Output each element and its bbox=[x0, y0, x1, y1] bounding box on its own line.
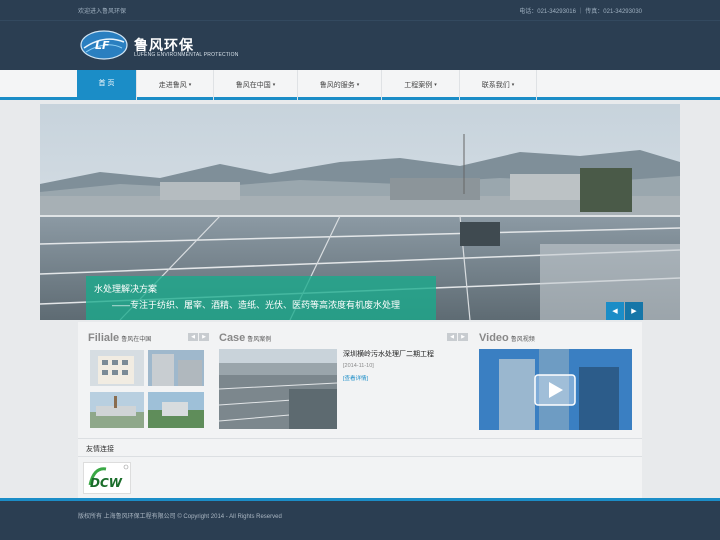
nav-home-label: 首 页 bbox=[98, 80, 115, 87]
filiale-prev-button[interactable]: ◀ bbox=[188, 333, 198, 341]
filiale-next-button[interactable]: ▶ bbox=[199, 333, 209, 341]
nav-about[interactable]: 走进鲁风 ▾ bbox=[137, 70, 214, 100]
play-icon bbox=[534, 374, 576, 406]
video-title: Video bbox=[479, 332, 509, 344]
filiale-heading: Filiale 鲁风在中国 bbox=[88, 332, 151, 344]
chevron-right-icon: ▶ bbox=[631, 308, 637, 315]
video-heading: Video 鲁风视频 bbox=[479, 332, 535, 344]
nav-cases-label: 工程案例 bbox=[404, 82, 433, 89]
nav-contact[interactable]: 联系我们 ▾ bbox=[460, 70, 537, 100]
main-nav: 首 页 走进鲁风 ▾ 鲁风在中国 ▾ 鲁风的服务 ▾ 工程案例 ▾ 联系我们 ▾ bbox=[0, 70, 720, 100]
case-photo[interactable] bbox=[219, 349, 337, 429]
case-subtitle: 鲁风案例 bbox=[247, 337, 272, 343]
video-player[interactable] bbox=[479, 349, 632, 430]
friend-links-divider bbox=[78, 456, 642, 457]
nav-services-label: 鲁风的服务 bbox=[319, 82, 355, 89]
banner-caption-title: 水处理解决方案 bbox=[94, 284, 158, 294]
welcome-text: 欢迎进入鲁风环保 bbox=[78, 9, 127, 15]
nav-home[interactable]: 首 页 bbox=[77, 70, 137, 100]
banner-caption-subtitle: ——专注于纺织、屠宰、酒精、造纸、光伏、医药等高浓度有机废水处理 bbox=[112, 300, 401, 310]
company-logo-icon[interactable]: LF bbox=[80, 30, 128, 60]
logo-letters: LF bbox=[95, 39, 110, 52]
nav-china-label: 鲁风在中国 bbox=[235, 82, 271, 89]
case-item-date: [2014-11-10] bbox=[343, 363, 374, 369]
case-next-button[interactable]: ▶ bbox=[458, 333, 468, 341]
top-bar: 欢迎进入鲁风环保 电话：021-34293016 ｜ 传真：021-342930… bbox=[0, 0, 720, 20]
nav-china[interactable]: 鲁风在中国 ▾ bbox=[214, 70, 298, 100]
dcw-logo-text: DCW bbox=[90, 476, 123, 490]
filiale-subtitle: 鲁风在中国 bbox=[121, 337, 152, 343]
content-area: Filiale 鲁风在中国 ◀ ▶ Case 鲁风案例 ◀ ▶ 深圳横岭污水处理厂二… bbox=[78, 322, 642, 498]
chevron-down-icon: ▾ bbox=[511, 82, 515, 88]
site-header: LF 鲁风环保 LUFENG ENVIRONMENTAL PROTECTION bbox=[0, 20, 720, 70]
filiale-photo-4[interactable] bbox=[148, 392, 204, 428]
content-divider bbox=[78, 438, 642, 439]
filiale-photo-1[interactable] bbox=[90, 350, 144, 386]
dcw-logo-icon: DCW bbox=[88, 464, 129, 490]
nav-about-label: 走进鲁风 bbox=[158, 82, 187, 89]
banner-prev-button[interactable]: ◀ bbox=[606, 302, 624, 320]
chevron-down-icon: ▾ bbox=[272, 82, 276, 88]
case-item-title[interactable]: 深圳横岭污水处理厂二期工程 bbox=[343, 349, 434, 359]
nav-cases[interactable]: 工程案例 ▾ bbox=[382, 70, 460, 100]
partner-logo-link[interactable]: DCW bbox=[83, 462, 131, 494]
filiale-photo-2[interactable] bbox=[148, 350, 204, 386]
nav-services[interactable]: 鲁风的服务 ▾ bbox=[298, 70, 382, 100]
site-footer: 版权所有 上海鲁风环保工程有限公司 © Copyright 2014 - All… bbox=[0, 498, 720, 540]
case-more-link[interactable]: [查看详情] bbox=[343, 374, 368, 382]
contact-info: 电话：021-34293016 ｜ 传真：021-34293030 bbox=[519, 9, 642, 15]
friend-links-title: 友情连接 bbox=[86, 446, 114, 453]
chevron-down-icon: ▾ bbox=[434, 82, 437, 88]
brand-name-en: LUFENG ENVIRONMENTAL PROTECTION bbox=[134, 52, 239, 58]
banner-next-button[interactable]: ▶ bbox=[625, 302, 643, 320]
filiale-title: Filiale bbox=[88, 332, 120, 344]
chevron-left-icon: ◀ bbox=[612, 308, 618, 315]
copyright-text: 版权所有 上海鲁风环保工程有限公司 © Copyright 2014 - All… bbox=[78, 514, 282, 520]
case-pager: ◀ ▶ bbox=[447, 333, 468, 341]
case-prev-button[interactable]: ◀ bbox=[447, 333, 457, 341]
case-title: Case bbox=[219, 332, 246, 344]
filiale-photo-3[interactable] bbox=[90, 392, 144, 428]
nav-contact-label: 联系我们 bbox=[481, 82, 510, 89]
filiale-pager: ◀ ▶ bbox=[188, 333, 209, 341]
chevron-down-icon: ▾ bbox=[356, 82, 360, 88]
video-subtitle: 鲁风视频 bbox=[510, 337, 535, 343]
case-heading: Case 鲁风案例 bbox=[219, 332, 271, 344]
banner-caption: 水处理解决方案 ——专注于纺织、屠宰、酒精、造纸、光伏、医药等高浓度有机废水处理 bbox=[86, 276, 436, 320]
chevron-down-icon: ▾ bbox=[188, 82, 192, 88]
